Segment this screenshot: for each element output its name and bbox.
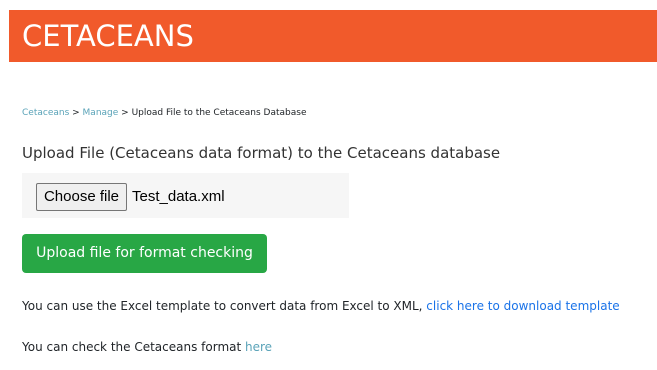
page-title: Upload File (Cetaceans data format) to t… — [22, 144, 501, 162]
breadcrumb-separator: > — [72, 108, 83, 118]
site-title: CETACEANS — [22, 19, 194, 53]
template-info-text: You can use the Excel template to conver… — [22, 299, 427, 313]
breadcrumb-link-cetaceans[interactable]: Cetaceans — [22, 108, 69, 118]
upload-file-button[interactable]: Upload file for format checking — [22, 234, 267, 273]
choose-file-button[interactable]: Choose file — [36, 183, 127, 211]
format-info: You can check the Cetaceans format here — [22, 339, 272, 355]
breadcrumb-separator: > — [121, 108, 132, 118]
template-info: You can use the Excel template to conver… — [22, 298, 620, 314]
breadcrumb-link-manage[interactable]: Manage — [83, 108, 119, 118]
site-header: CETACEANS — [9, 10, 657, 62]
breadcrumb-current: Upload File to the Cetaceans Database — [131, 108, 307, 118]
selected-file-name: Test_data.xml — [132, 188, 225, 205]
download-template-link[interactable]: click here to download template — [426, 299, 619, 313]
breadcrumb: Cetaceans > Manage > Upload File to the … — [22, 107, 307, 119]
file-input-panel: Choose file Test_data.xml — [22, 173, 349, 218]
format-here-link[interactable]: here — [245, 340, 272, 354]
format-info-text: You can check the Cetaceans format — [22, 340, 246, 354]
